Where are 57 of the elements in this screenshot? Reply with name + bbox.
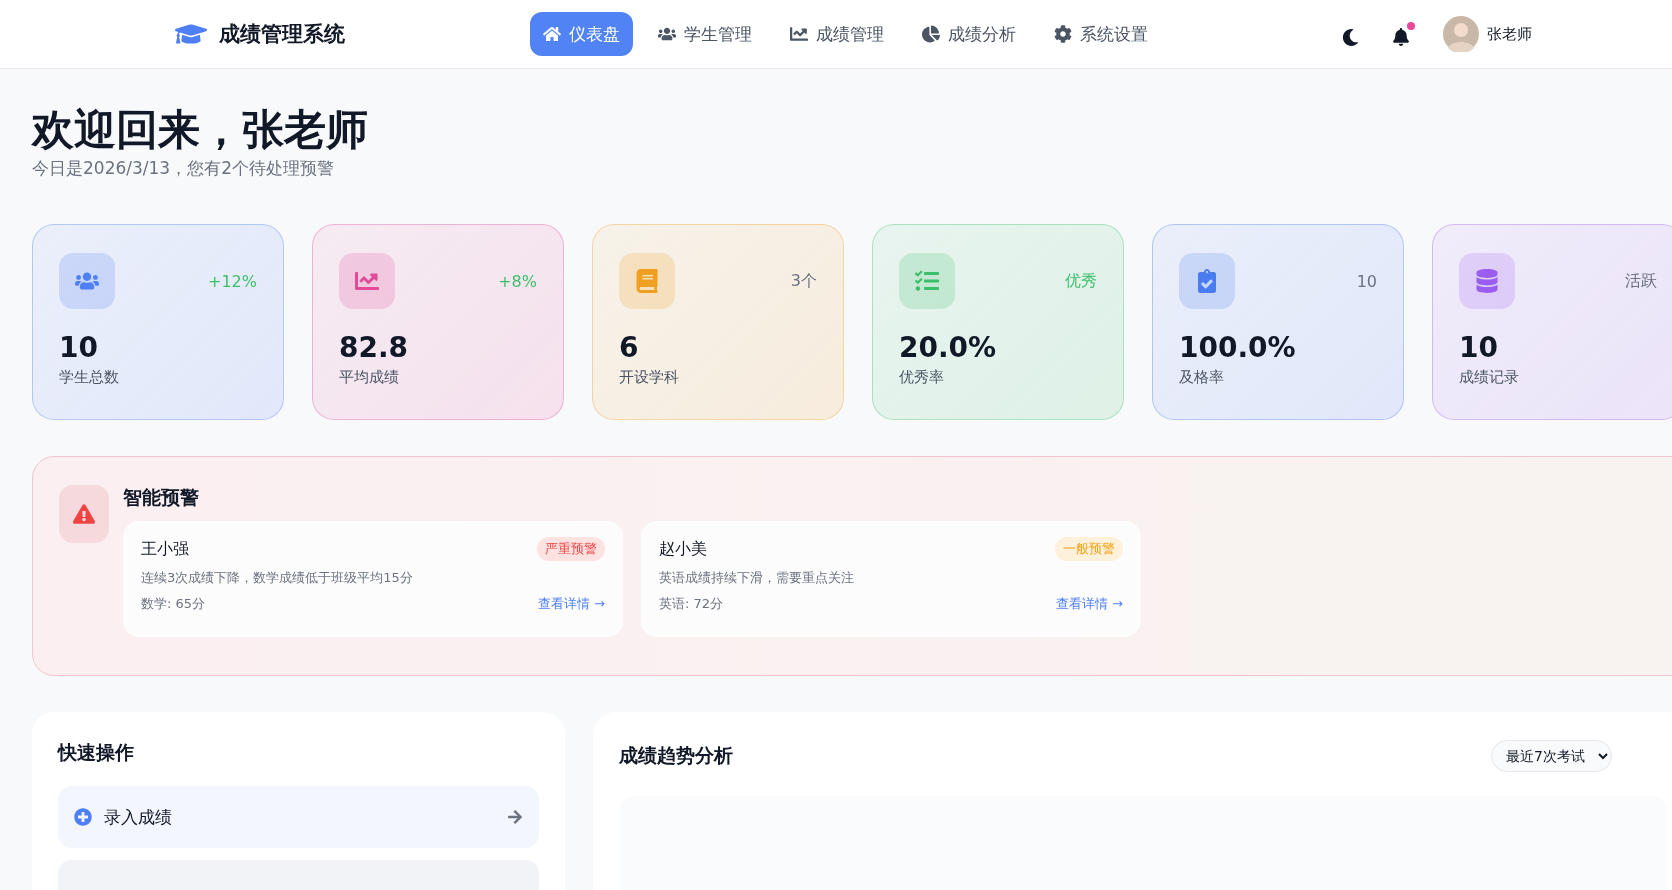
nav-tab[interactable]: 仪表盘 (530, 12, 633, 56)
panel-title: 快速操作 (58, 740, 135, 766)
stat-change-label: 10 (1356, 271, 1377, 291)
stat-label: 成绩记录 (1459, 368, 1520, 388)
pie-chart-icon (922, 25, 940, 43)
details-link[interactable]: 查看详情 → (1055, 595, 1123, 614)
warning-icon (59, 485, 109, 544)
plus-icon (74, 808, 92, 827)
stat-label: 学生总数 (59, 368, 120, 388)
stat-label: 平均成绩 (339, 368, 400, 388)
quick-action-item[interactable]: 录入成绩 (58, 786, 539, 849)
stat-value: 82.8 (339, 331, 410, 365)
users-icon (59, 253, 115, 310)
database-icon (1459, 253, 1515, 310)
users-icon (658, 25, 676, 43)
alert-title: 智能预警 (123, 485, 200, 511)
range-select[interactable]: 最近7次考试 (1491, 740, 1612, 773)
alert-score: 数学: 65分 (141, 595, 206, 614)
stat-label: 开设学科 (619, 368, 680, 388)
nav-tab[interactable]: 成绩分析 (909, 12, 1029, 56)
line-chart-icon (790, 25, 808, 43)
stat-change-label: 3个 (790, 270, 817, 292)
book-icon (619, 253, 675, 310)
alert-score: 英语: 72分 (659, 595, 724, 614)
checklist-icon (899, 253, 955, 310)
nav-tab[interactable]: 学生管理 (645, 12, 765, 56)
stat-value: 10 (1459, 331, 1499, 365)
welcome-title: 欢迎回来，张老师 (32, 105, 369, 156)
panel-title: 成绩趋势分析 (619, 743, 733, 769)
stat-value: 100.0% (1179, 331, 1297, 365)
alert-detail: 英语成绩持续下滑，需要重点关注 (659, 569, 855, 588)
arrow-right-icon (507, 809, 523, 826)
alert-tag: 一般预警 (1055, 537, 1123, 562)
stat-change-label: +12% (208, 271, 257, 291)
student-name: 王小强 (141, 538, 189, 560)
student-name: 赵小美 (659, 538, 707, 560)
settings-icon (1054, 25, 1072, 43)
bell-icon[interactable] (1392, 22, 1415, 46)
app-title: 成绩管理系统 (219, 21, 345, 48)
stat-value: 6 (619, 331, 640, 365)
stat-label: 及格率 (1179, 368, 1225, 388)
stat-change-label: +8% (498, 271, 537, 291)
stat-change-label: 活跃 (1625, 270, 1657, 292)
alert-tag: 严重预警 (537, 537, 605, 562)
welcome-subtitle: 今日是2026/3/13，您有2个待处理预警 (32, 157, 335, 181)
stat-value: 10 (59, 331, 99, 365)
stat-change-label: 优秀 (1065, 270, 1097, 292)
line-chart-icon (339, 253, 395, 310)
clipboard-check-icon (1179, 253, 1235, 310)
stat-value: 20.0% (899, 331, 998, 365)
user-name[interactable]: 张老师 (1487, 24, 1532, 44)
alert-detail: 连续3次成绩下降，数学成绩低于班级平均15分 (141, 569, 414, 588)
details-link[interactable]: 查看详情 → (537, 595, 605, 614)
nav-tab[interactable]: 成绩管理 (777, 12, 897, 56)
home-icon (543, 25, 561, 43)
stat-label: 优秀率 (899, 368, 945, 388)
nav-tab[interactable]: 系统设置 (1041, 12, 1161, 56)
